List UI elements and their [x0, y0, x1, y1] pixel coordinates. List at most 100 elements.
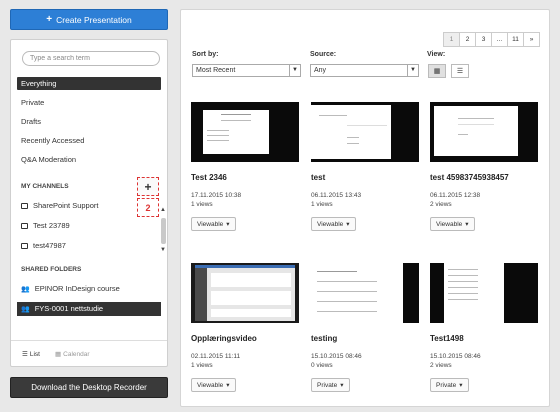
nav-item-everything[interactable]: Everything: [17, 77, 161, 90]
card-date: 06.11.2015 12:38: [430, 192, 481, 199]
calendar-icon: ▦: [55, 351, 62, 358]
visibility-dropdown[interactable]: Private ▾: [311, 378, 350, 392]
source-label: Source:: [310, 51, 337, 58]
source-select[interactable]: Any ▼: [310, 64, 419, 77]
card-title[interactable]: test: [311, 173, 419, 182]
nav-item-private[interactable]: Private: [17, 96, 161, 109]
page-button[interactable]: 1: [443, 32, 460, 47]
chevron-down-icon: ▼: [289, 65, 300, 76]
visibility-dropdown[interactable]: Viewable ▾: [191, 378, 236, 392]
nav-item-recently-accessed[interactable]: Recently Accessed: [17, 134, 161, 147]
visibility-label: Viewable: [197, 381, 224, 389]
channel-label: Test 23789: [33, 221, 70, 230]
card-title[interactable]: Opplæringsvideo: [191, 334, 299, 343]
channel-icon: [21, 203, 28, 209]
folder-item[interactable]: 👥 EPINOR InDesign course: [17, 282, 161, 296]
sort-select[interactable]: Most Recent ▼: [192, 64, 301, 77]
presentation-thumbnail[interactable]: [430, 102, 538, 162]
list-view-button[interactable]: ☰: [451, 64, 469, 78]
page-button[interactable]: 11: [507, 32, 524, 47]
caret-down-icon: ▾: [226, 221, 230, 228]
folder-label: FYS-0001 nettstudie: [34, 304, 104, 313]
card-views: 0 views: [311, 362, 333, 369]
list-icon: ☰: [456, 68, 464, 75]
nav-item-drafts[interactable]: Drafts: [17, 115, 161, 128]
scroll-up-icon[interactable]: ▲: [160, 207, 166, 213]
presentation-card[interactable]: Opplæringsvideo 02.11.2015 11:11 1 views…: [191, 263, 299, 392]
list-label: List: [29, 350, 40, 358]
create-presentation-label: Create Presentation: [56, 14, 132, 25]
add-channel-button[interactable]: +: [137, 177, 159, 196]
presentation-card[interactable]: testing 15.10.2015 08:46 0 views Private…: [311, 263, 419, 392]
visibility-dropdown[interactable]: Private ▾: [430, 378, 469, 392]
sort-label: Sort by:: [192, 51, 219, 58]
visibility-dropdown[interactable]: Viewable ▾: [430, 217, 475, 231]
calendar-label: Calendar: [63, 350, 90, 358]
channel-label: test47987: [33, 241, 66, 250]
search-input[interactable]: [22, 51, 160, 66]
shared-folders-heading: SHARED FOLDERS: [21, 266, 82, 273]
pagination: 1 2 3 ... 11 »: [443, 32, 540, 47]
grid-view-button[interactable]: ▦: [428, 64, 446, 78]
card-title[interactable]: Test1498: [430, 334, 538, 343]
visibility-dropdown[interactable]: Viewable ▾: [191, 217, 236, 231]
grid-icon: ▦: [433, 68, 441, 75]
channel-icon: [21, 243, 28, 249]
my-channels-heading: MY CHANNELS: [21, 183, 69, 190]
create-presentation-button[interactable]: + Create Presentation: [10, 9, 168, 30]
card-date: 02.11.2015 11:11: [191, 353, 241, 360]
list-view-toggle[interactable]: ☰ List: [22, 350, 40, 359]
users-icon: 👥: [21, 285, 30, 293]
visibility-dropdown[interactable]: Viewable ▾: [311, 217, 356, 231]
channel-scrollbar[interactable]: ▲ ▼: [160, 207, 167, 257]
sidebar: Everything Private Drafts Recently Acces…: [10, 39, 168, 367]
presentation-thumbnail[interactable]: [430, 263, 538, 323]
card-views: 2 views: [430, 201, 452, 208]
presentation-thumbnail[interactable]: [191, 263, 299, 323]
caret-down-icon: ▾: [340, 382, 344, 389]
plus-icon: +: [46, 14, 53, 25]
presentation-card[interactable]: Test1498 15.10.2015 08:46 2 views Privat…: [430, 263, 538, 392]
presentation-thumbnail[interactable]: [311, 263, 419, 323]
channel-item[interactable]: Test 23789: [17, 219, 161, 233]
presentation-thumbnail[interactable]: [191, 102, 299, 162]
caret-down-icon: ▾: [226, 382, 230, 389]
card-title[interactable]: Test 2346: [191, 173, 299, 182]
channel-item[interactable]: SharePoint Support: [17, 199, 161, 213]
scroll-thumb[interactable]: [161, 218, 166, 244]
presentation-card[interactable]: test 45983745938457 06.11.2015 12:38 2 v…: [430, 102, 538, 231]
download-desktop-recorder-button[interactable]: Download the Desktop Recorder: [10, 377, 168, 398]
page-button[interactable]: 2: [459, 32, 476, 47]
channel-item[interactable]: test47987: [17, 239, 161, 253]
card-title[interactable]: test 45983745938457: [430, 173, 538, 182]
card-date: 15.10.2015 08:46: [311, 353, 362, 360]
visibility-label: Viewable: [436, 220, 463, 228]
page-ellipsis: ...: [491, 32, 508, 47]
caret-down-icon: ▾: [346, 221, 350, 228]
next-page-button[interactable]: »: [523, 32, 540, 47]
caret-down-icon: ▾: [459, 382, 463, 389]
card-views: 2 views: [430, 362, 452, 369]
card-date: 17.11.2015 10:38: [191, 192, 242, 199]
visibility-label: Private: [317, 381, 338, 389]
source-value: Any: [314, 67, 327, 74]
sidebar-footer: ☰ List ▦ Calendar: [11, 340, 167, 366]
users-icon: 👥: [21, 305, 30, 313]
calendar-view-toggle[interactable]: ▦ Calendar: [55, 350, 90, 359]
visibility-label: Private: [436, 381, 457, 389]
card-views: 1 views: [191, 362, 213, 369]
scroll-down-icon[interactable]: ▼: [160, 247, 166, 253]
folder-item[interactable]: 👥 FYS-0001 nettstudie: [17, 302, 161, 316]
presentation-card[interactable]: Test 2346 17.11.2015 10:38 1 views Viewa…: [191, 102, 299, 231]
chevron-down-icon: ▼: [407, 65, 418, 76]
presentation-card[interactable]: test 06.11.2015 13:43 1 views Viewable ▾: [311, 102, 419, 231]
main-panel: 1 2 3 ... 11 » Sort by: Most Recent ▼ So…: [180, 9, 550, 407]
presentation-thumbnail[interactable]: [311, 102, 419, 162]
nav-item-qa-moderation[interactable]: Q&A Moderation: [17, 153, 161, 166]
card-date: 15.10.2015 08:46: [430, 353, 481, 360]
channel-icon: [21, 223, 28, 229]
card-title[interactable]: testing: [311, 334, 419, 343]
page-button[interactable]: 3: [475, 32, 492, 47]
folder-label: EPINOR InDesign course: [34, 284, 120, 293]
card-views: 1 views: [191, 201, 213, 208]
